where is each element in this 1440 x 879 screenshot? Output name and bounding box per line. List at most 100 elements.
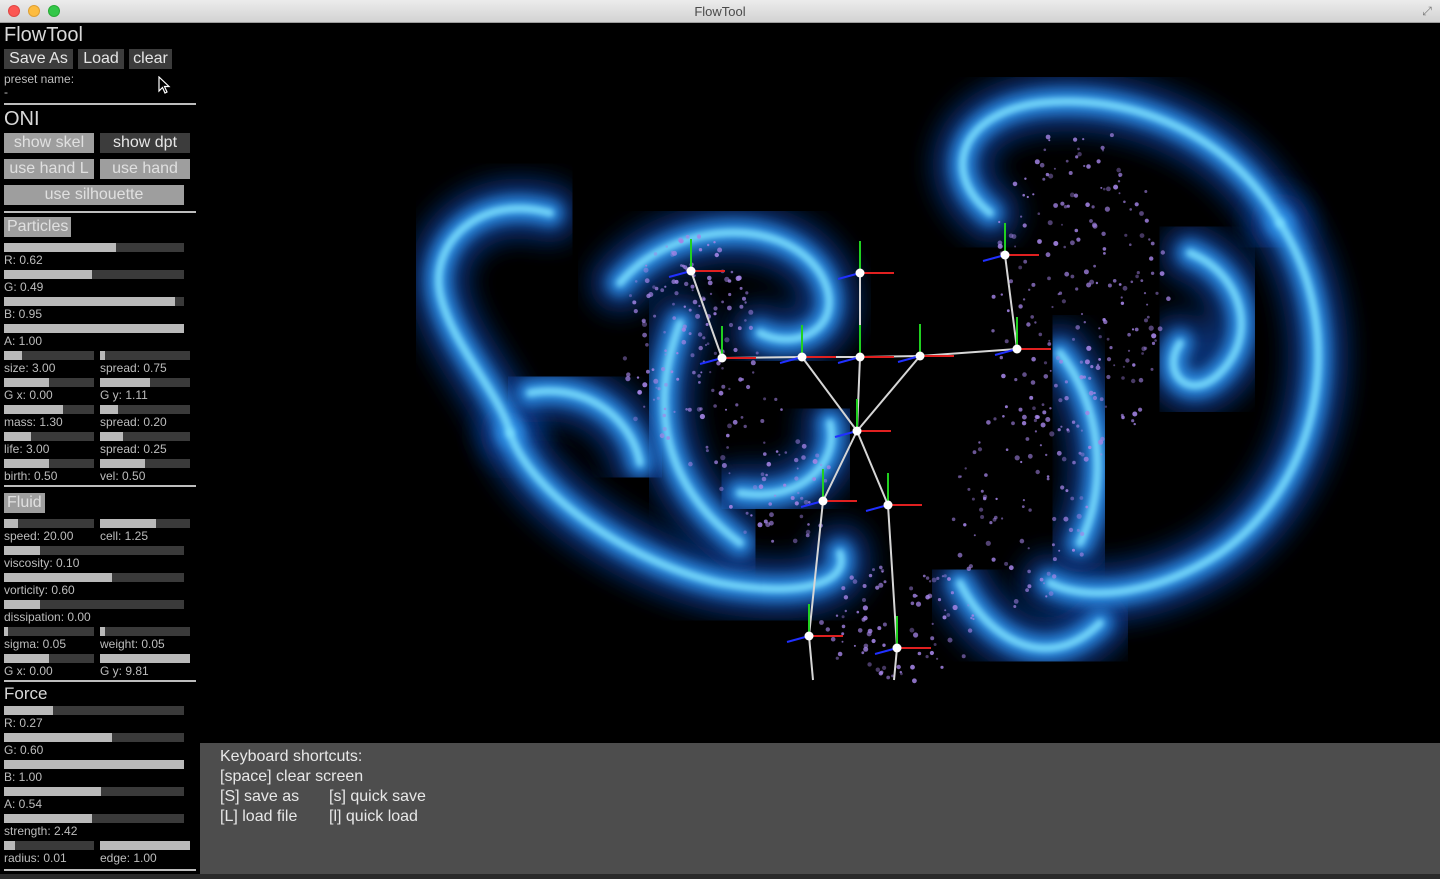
slider[interactable] <box>100 432 190 441</box>
skeleton-joint <box>804 631 814 641</box>
slider[interactable] <box>4 405 94 414</box>
particle <box>1085 505 1089 509</box>
show-dpt-toggle[interactable]: show dpt <box>100 133 190 153</box>
skeleton-joint <box>855 352 865 362</box>
slider[interactable] <box>100 405 190 414</box>
particle <box>1082 138 1085 141</box>
use-hand-toggle[interactable]: use hand <box>100 159 190 179</box>
slider[interactable] <box>100 378 190 387</box>
particle <box>1031 356 1036 362</box>
particle <box>801 443 807 449</box>
shortcuts-title: Keyboard shortcuts: <box>220 748 363 765</box>
particle <box>967 628 973 633</box>
particle <box>656 396 660 400</box>
particle <box>917 651 922 656</box>
particle <box>1080 312 1084 316</box>
particle <box>681 327 686 332</box>
particle <box>1026 195 1029 199</box>
particle <box>931 577 937 583</box>
particle <box>1014 378 1018 382</box>
particle <box>794 457 799 463</box>
particle <box>867 662 872 667</box>
slider[interactable] <box>4 733 184 742</box>
skeleton-joint <box>797 352 807 362</box>
particle <box>1131 378 1136 384</box>
use-silhouette-toggle[interactable]: use silhouette <box>4 185 184 205</box>
slider[interactable] <box>100 841 190 850</box>
slider[interactable] <box>4 378 94 387</box>
particle <box>698 381 701 384</box>
particle <box>721 300 724 304</box>
particle <box>963 523 967 527</box>
slider[interactable] <box>4 706 184 715</box>
slider[interactable] <box>4 627 94 636</box>
particle <box>1048 339 1051 342</box>
slider[interactable] <box>4 519 94 528</box>
particle <box>790 496 795 500</box>
load-button[interactable]: Load <box>78 49 124 69</box>
particle <box>1132 411 1138 417</box>
particle <box>826 465 831 470</box>
particle <box>882 622 887 627</box>
slider[interactable] <box>100 351 190 360</box>
slider[interactable] <box>4 243 184 252</box>
fullscreen-icon[interactable]: ⤢ <box>1420 4 1434 18</box>
particle <box>1022 499 1025 502</box>
slider[interactable] <box>100 519 190 528</box>
slider[interactable] <box>4 573 184 582</box>
particle <box>1106 374 1111 380</box>
slider-label: spread: 0.20 <box>100 415 167 429</box>
fluid-section-title[interactable]: Fluid <box>4 493 45 513</box>
slider[interactable] <box>4 270 184 279</box>
particle <box>879 565 883 570</box>
slider[interactable] <box>4 814 184 823</box>
particle <box>1009 279 1013 284</box>
slider[interactable] <box>4 351 94 360</box>
save-as-button[interactable]: Save As <box>4 49 73 69</box>
slider[interactable] <box>4 546 184 555</box>
particle <box>882 665 887 671</box>
slider[interactable] <box>4 841 94 850</box>
skeleton-joint <box>1012 344 1022 354</box>
particle <box>794 501 799 506</box>
particle <box>664 382 668 387</box>
particle <box>1029 395 1034 400</box>
preset-name-value[interactable]: - <box>4 85 8 99</box>
particle <box>697 332 703 337</box>
particles-section-title[interactable]: Particles <box>4 217 72 237</box>
slider[interactable] <box>4 324 184 333</box>
shortcut-load-file: [L] load file <box>220 808 298 825</box>
particle <box>866 631 872 637</box>
particle <box>634 280 638 283</box>
slider[interactable] <box>100 627 190 636</box>
slider[interactable] <box>4 297 184 306</box>
particle <box>925 655 929 659</box>
particle <box>690 353 695 358</box>
particle <box>1024 177 1027 180</box>
slider[interactable] <box>4 760 184 769</box>
slider[interactable] <box>4 459 94 468</box>
slider[interactable] <box>4 600 184 609</box>
particle <box>646 293 651 299</box>
slider[interactable] <box>100 654 190 663</box>
particle <box>1026 322 1031 327</box>
particle <box>662 413 666 418</box>
particle <box>1047 342 1052 346</box>
particle <box>1043 361 1048 365</box>
particle <box>714 252 719 258</box>
use-hand-l-toggle[interactable]: use hand L <box>4 159 94 179</box>
slider-fill <box>4 324 184 333</box>
slider[interactable] <box>4 654 94 663</box>
slider[interactable] <box>4 787 184 796</box>
particle <box>1049 369 1052 372</box>
show-skel-toggle[interactable]: show skel <box>4 133 94 153</box>
clear-button[interactable]: clear <box>129 49 172 69</box>
slider[interactable] <box>4 432 94 441</box>
particle <box>1150 271 1155 275</box>
particle <box>692 299 698 305</box>
particle <box>1025 437 1030 441</box>
particle <box>863 615 868 621</box>
fluid-render-viewport[interactable] <box>200 23 1440 743</box>
particle <box>1149 256 1154 261</box>
slider[interactable] <box>100 459 190 468</box>
